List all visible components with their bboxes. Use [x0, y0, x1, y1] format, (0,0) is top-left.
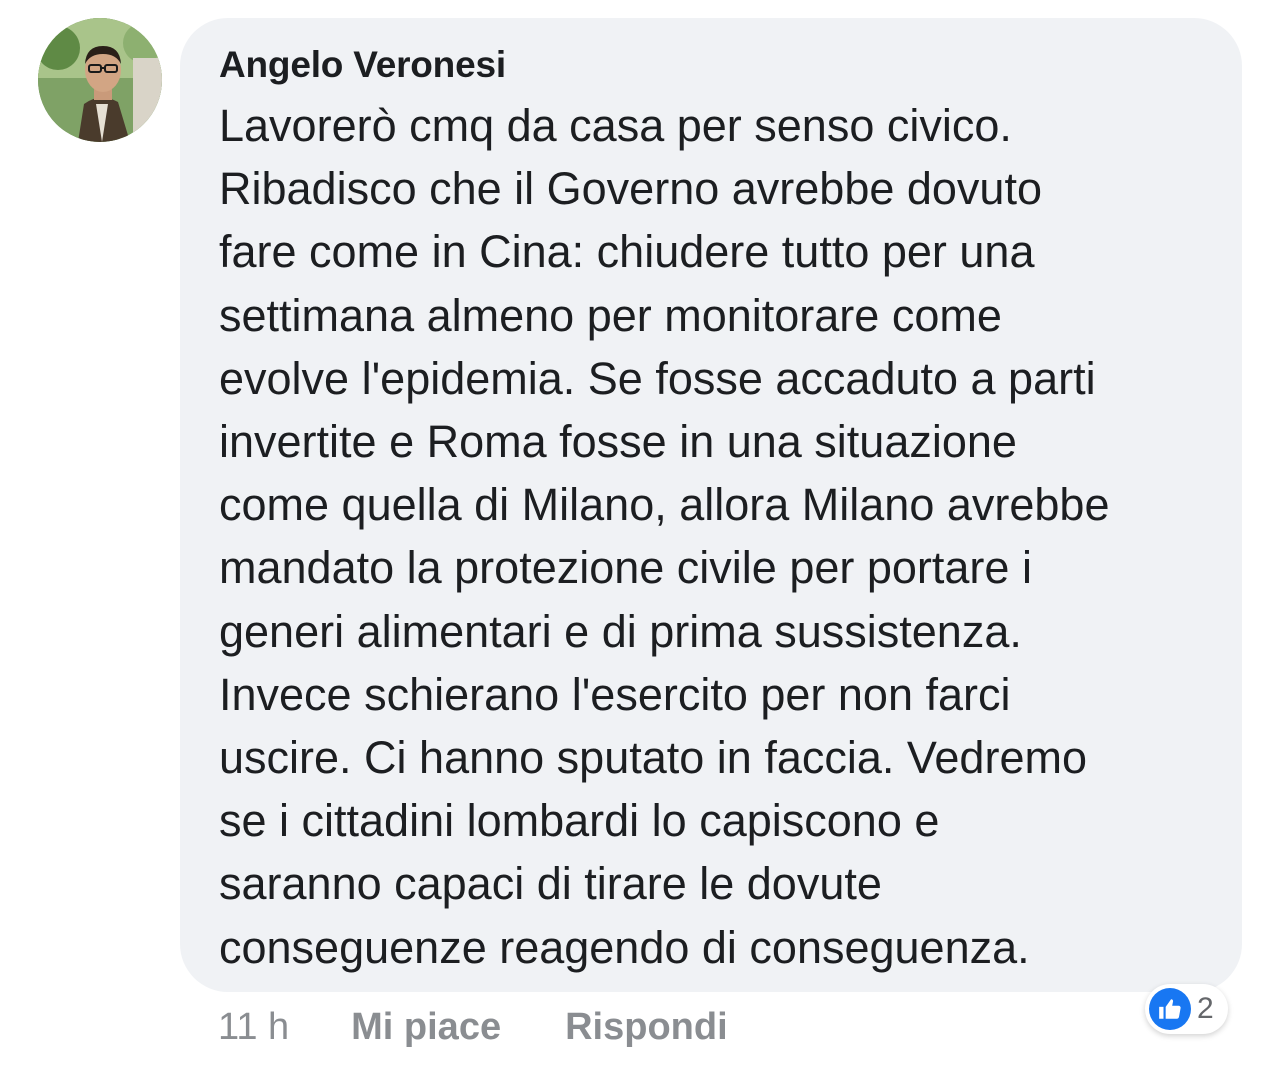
thumbs-up-icon	[1149, 988, 1191, 1030]
comment-line: Invece schierano l'esercito per non farc…	[219, 668, 1011, 720]
comment-line: mandato la protezione civile per portare…	[219, 542, 1032, 594]
comment-line: se i cittadini lombardi lo capiscono e	[219, 795, 940, 847]
comment-text: Lavorerò cmq da casa per senso civico. R…	[219, 94, 1206, 979]
avatar-photo	[38, 18, 162, 142]
reaction-count: 2	[1197, 992, 1214, 1025]
reactions-summary[interactable]: 2	[1145, 984, 1228, 1034]
comment-line: Lavorerò cmq da casa per senso civico.	[219, 100, 1012, 151]
like-button[interactable]: Mi piace	[351, 1006, 501, 1049]
comment-bubble: Angelo Veronesi Lavorerò cmq da casa per…	[180, 18, 1242, 992]
comment-screen: Angelo Veronesi Lavorerò cmq da casa per…	[0, 0, 1280, 1066]
comment-line: conseguenze reagendo di conseguenza.	[219, 921, 1030, 973]
comment-timestamp[interactable]: 11 h	[218, 1006, 289, 1049]
comment-line: invertite e Roma fosse in una situazione	[219, 416, 1017, 468]
comment-line: uscire. Ci hanno sputato in faccia. Vedr…	[219, 732, 1087, 784]
comment-author[interactable]: Angelo Veronesi	[219, 42, 1206, 88]
comment-line: generi alimentari e di prima sussistenza…	[219, 605, 1022, 657]
comment-line: Ribadisco che il Governo avrebbe dovuto	[219, 163, 1042, 215]
comment-actions: 11 h Mi piace Rispondi	[218, 1004, 728, 1050]
comment-line: settimana almeno per monitorare come	[219, 289, 1002, 341]
comment-line: evolve l'epidemia. Se fosse accaduto a p…	[219, 352, 1096, 404]
comment-line: saranno capaci di tirare le dovute	[219, 858, 882, 910]
comment-line: fare come in Cina: chiudere tutto per un…	[219, 226, 1035, 278]
avatar[interactable]	[38, 18, 162, 142]
reply-button[interactable]: Rispondi	[565, 1006, 728, 1049]
comment-line: come quella di Milano, allora Milano avr…	[219, 479, 1110, 531]
